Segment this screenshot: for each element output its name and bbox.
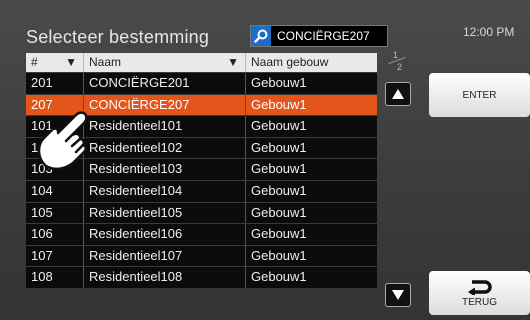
row-number: 106 — [31, 226, 53, 242]
page-indicator: 1 2 — [384, 50, 410, 74]
row-number: 104 — [31, 182, 53, 198]
row-building: Gebouw1 — [245, 73, 377, 94]
table-header: # ▼ Naam ▼ Naam gebouw — [26, 53, 377, 72]
screen-title: Selecteer bestemming — [26, 27, 210, 47]
row-name: Residentieel103 — [83, 159, 245, 180]
arrow-down-icon — [392, 290, 404, 300]
row-name: Residentieel102 — [83, 137, 245, 159]
scroll-up-button[interactable] — [385, 82, 411, 106]
sort-arrow-icon: ▼ — [65, 55, 77, 69]
column-header-building: Naam gebouw — [245, 53, 377, 72]
row-number: 105 — [31, 204, 53, 220]
table-row[interactable]: 108 Residentieel108 Gebouw1 — [26, 266, 377, 288]
column-header-number[interactable]: # ▼ — [26, 53, 83, 72]
row-building: Gebouw1 — [245, 180, 377, 202]
row-number: 201 — [31, 75, 53, 90]
arrow-up-icon — [392, 89, 404, 99]
sort-arrow-icon: ▼ — [227, 55, 239, 69]
row-building: Gebouw1 — [245, 159, 377, 180]
row-name: CONCIËRGE207 — [83, 94, 245, 116]
enter-button[interactable]: ENTER — [429, 73, 530, 117]
row-name: Residentieel107 — [83, 245, 245, 267]
row-building: Gebouw1 — [245, 245, 377, 267]
table-row[interactable]: 106 Residentieel106 Gebouw1 — [26, 223, 377, 245]
row-building: Gebouw1 — [245, 202, 377, 224]
row-name: Residentieel106 — [83, 224, 245, 245]
row-name: Residentieel108 — [83, 267, 245, 288]
clock: 12:00 PM — [463, 25, 515, 39]
search-field[interactable]: CONCIËRGE207 — [250, 25, 388, 47]
row-building: Gebouw1 — [245, 224, 377, 245]
row-number: 108 — [31, 269, 53, 285]
table-row[interactable]: 104 Residentieel104 Gebouw1 — [26, 179, 377, 202]
back-button[interactable]: TERUG — [429, 271, 530, 315]
pointing-hand-icon — [37, 111, 88, 171]
row-name: Residentieel101 — [83, 116, 245, 137]
row-name: Residentieel104 — [83, 180, 245, 202]
table-row[interactable]: 105 Residentieel105 Gebouw1 — [26, 201, 377, 224]
table-row[interactable]: 201 CONCIËRGE201 Gebouw1 — [26, 72, 377, 94]
row-building: Gebouw1 — [245, 137, 377, 159]
row-name: CONCIËRGE201 — [83, 73, 245, 94]
row-building: Gebouw1 — [245, 94, 377, 116]
row-number: 107 — [31, 247, 53, 263]
row-name: Residentieel105 — [83, 202, 245, 224]
table-row[interactable]: 107 Residentieel107 Gebouw1 — [26, 244, 377, 267]
return-arrow-icon — [467, 279, 492, 295]
row-building: Gebouw1 — [245, 267, 377, 288]
column-header-name[interactable]: Naam ▼ — [83, 53, 245, 72]
search-value: CONCIËRGE207 — [277, 29, 370, 43]
search-icon — [251, 26, 271, 46]
scroll-down-button[interactable] — [385, 283, 411, 307]
row-building: Gebouw1 — [245, 116, 377, 137]
